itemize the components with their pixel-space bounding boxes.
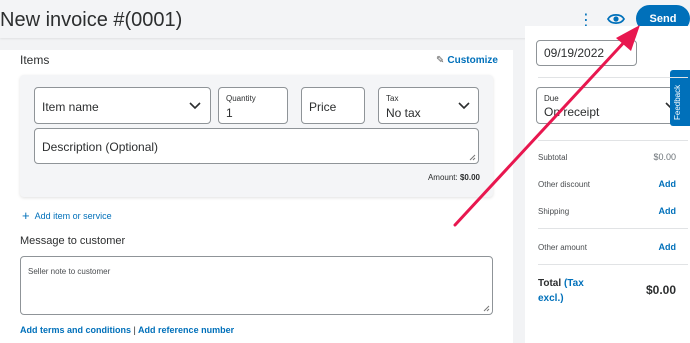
quantity-label: Quantity <box>226 94 256 103</box>
tax-select[interactable]: Tax No tax <box>378 87 479 124</box>
chevron-down-icon <box>189 102 201 110</box>
customize-link[interactable]: ✎ Customize <box>436 55 498 66</box>
price-placeholder: Price <box>309 100 337 114</box>
tax-value: No tax <box>386 106 421 120</box>
link-separator: | <box>133 325 136 335</box>
feedback-tab[interactable]: Feedback <box>670 70 690 126</box>
quantity-input[interactable]: Quantity 1 <box>218 87 288 124</box>
item-name-placeholder: Item name <box>42 100 99 114</box>
due-label: Due <box>544 94 559 103</box>
add-discount-link[interactable]: Add <box>659 179 677 189</box>
due-select[interactable]: Due On receipt <box>536 87 686 124</box>
resize-grip-icon[interactable] <box>469 154 476 161</box>
quantity-value: 1 <box>226 106 233 120</box>
amount-value: $0.00 <box>459 173 480 182</box>
feedback-label: Feedback <box>673 84 682 120</box>
description-placeholder: Description (Optional) <box>42 140 159 154</box>
total-label-block: Total (Tax excl.) <box>538 276 608 306</box>
price-input[interactable]: Price <box>301 87 365 124</box>
tax-label: Tax <box>386 94 399 103</box>
message-heading: Message to customer <box>20 235 126 247</box>
description-textarea[interactable]: Description (Optional) <box>34 128 479 164</box>
plus-icon: + <box>22 208 30 223</box>
divider <box>538 140 688 141</box>
add-item-link[interactable]: + Add item or service <box>22 208 112 223</box>
add-terms-link[interactable]: Add terms and conditions <box>20 325 131 335</box>
divider <box>538 77 688 78</box>
total-value: $0.00 <box>645 283 676 297</box>
resize-grip-icon[interactable] <box>483 305 490 312</box>
pencil-icon: ✎ <box>436 55 445 66</box>
page-title: New invoice #(0001) <box>0 9 183 31</box>
divider <box>538 228 688 229</box>
divider <box>538 264 688 265</box>
add-other-amount-link[interactable]: Add <box>659 242 677 252</box>
footer-links: Add terms and conditions | Add reference… <box>20 325 234 335</box>
subtotal-label: Subtotal <box>538 153 568 162</box>
subtotal-value: $0.00 <box>653 152 676 162</box>
other-discount-label: Other discount <box>538 180 591 189</box>
due-value: On receipt <box>544 105 600 119</box>
add-shipping-link[interactable]: Add <box>659 206 677 216</box>
total-label: Total <box>538 278 562 289</box>
amount-label: Amount: <box>427 173 458 182</box>
add-reference-link[interactable]: Add reference number <box>138 325 234 335</box>
message-textarea[interactable]: Seller note to customer <box>20 256 493 315</box>
customize-label: Customize <box>447 55 498 66</box>
date-value: 09/19/2022 <box>544 46 605 60</box>
message-placeholder: Seller note to customer <box>28 267 111 276</box>
items-heading: Items <box>20 53 50 67</box>
invoice-date-input[interactable]: 09/19/2022 <box>536 40 637 66</box>
item-name-select[interactable]: Item name <box>34 87 211 124</box>
add-item-label: Add item or service <box>34 211 112 221</box>
item-amount: Amount: $0.00 <box>390 173 480 182</box>
chevron-down-icon <box>458 102 470 110</box>
shipping-label: Shipping <box>538 207 570 216</box>
other-amount-label: Other amount <box>538 243 587 252</box>
